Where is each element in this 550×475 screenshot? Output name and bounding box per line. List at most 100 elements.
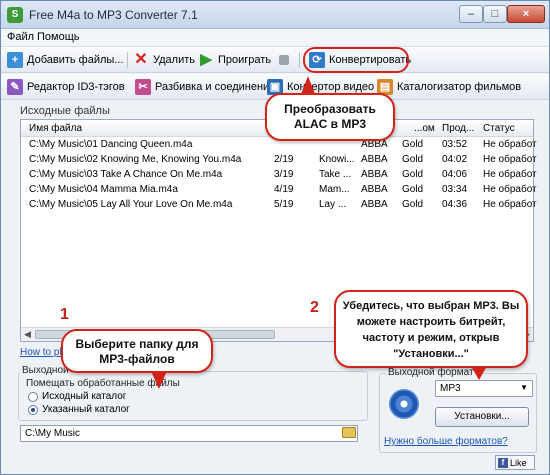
cell-filename: C:\My Music\04 Mamma Mia.m4a <box>29 184 178 195</box>
radio-source-folder[interactable]: Исходный каталог <box>28 391 126 402</box>
movie-catalog-label: Каталогизатор фильмов <box>397 81 522 93</box>
menu-bar: Файл Помощь <box>1 29 549 47</box>
source-files-label: Исходные файлы <box>20 105 110 117</box>
format-select-value: MP3 <box>440 383 461 394</box>
output-path-field[interactable]: C:\My Music <box>20 425 358 442</box>
main-toolbar: + Добавить файлы... ✕ Удалить ▶ Проиграт… <box>1 47 549 73</box>
column-filename[interactable]: Имя файла <box>29 123 82 134</box>
cell-artist: ABBA <box>361 154 388 165</box>
cell-album: Gold <box>402 169 424 180</box>
output-format-label: Выходной формат <box>386 367 476 378</box>
play-label: Проиграть <box>218 54 272 66</box>
add-files-icon: + <box>7 52 23 68</box>
column-status[interactable]: Статус <box>483 123 515 134</box>
cell-track: 2/19 <box>274 154 294 165</box>
menu-help[interactable]: Помощь <box>37 31 80 43</box>
add-files-button[interactable]: + Добавить файлы... <box>7 51 123 69</box>
radio-custom-folder[interactable]: Указанный каталог <box>28 404 130 415</box>
play-button[interactable]: ▶ Проиграть <box>198 51 271 69</box>
column-duration[interactable]: Прод... <box>442 123 474 134</box>
radio-button-selected[interactable] <box>28 404 38 415</box>
settings-button[interactable]: Установки... <box>435 407 529 427</box>
cell-filename: C:\My Music\05 Lay All Your Love On Me.m… <box>29 199 233 210</box>
scroll-left-icon[interactable]: ◀ <box>24 329 31 340</box>
cell-artist: ABBA <box>361 184 388 195</box>
cell-duration: 04:06 <box>442 169 468 180</box>
howto-link[interactable]: How to pl <box>20 347 62 358</box>
id3-editor-label: Редактор ID3-тэгов <box>27 81 125 93</box>
cell-artist: ABBA <box>361 199 388 210</box>
step-number-2: 2 <box>310 299 319 316</box>
radio-source-label: Исходный каталог <box>42 391 127 402</box>
cell-title: Take ... <box>319 169 352 180</box>
cell-title: Mam... <box>319 184 350 195</box>
cell-artist: ABBA <box>361 169 388 180</box>
delete-icon: ✕ <box>134 51 148 68</box>
cell-track: 5/19 <box>274 199 294 210</box>
id3-editor-icon: ✎ <box>7 79 23 95</box>
cell-title: Lay ... <box>319 199 347 210</box>
cell-title: Knowi... <box>319 154 355 165</box>
like-label: Like <box>510 457 527 468</box>
column-album[interactable]: ...ом <box>414 123 435 134</box>
close-button[interactable]: × <box>507 5 545 23</box>
radio-button[interactable] <box>28 391 38 402</box>
split-join-label: Разбивка и соединение <box>155 81 276 93</box>
callout-folder-tail <box>151 371 167 389</box>
maximize-button[interactable]: □ <box>483 5 507 23</box>
cell-status: Не обработ <box>483 154 537 165</box>
cell-album: Gold <box>402 199 424 210</box>
cell-duration: 03:52 <box>442 139 468 150</box>
cell-filename: C:\My Music\03 Take A Chance On Me.m4a <box>29 169 223 180</box>
delete-label: Удалить <box>153 54 195 66</box>
add-files-label: Добавить файлы... <box>27 54 124 66</box>
facebook-icon: f <box>498 457 508 468</box>
cell-filename: C:\My Music\02 Knowing Me, Knowing You.m… <box>29 154 242 165</box>
cell-filename: C:\My Music\01 Dancing Queen.m4a <box>29 139 193 150</box>
browse-folder-icon[interactable] <box>342 427 356 438</box>
movie-catalog-button[interactable]: ▤ Каталогизатор фильмов <box>377 78 521 96</box>
callout-convert-tail <box>301 76 315 94</box>
cell-duration: 04:02 <box>442 154 468 165</box>
stop-button[interactable] <box>279 51 289 69</box>
menu-file[interactable]: Файл <box>7 31 34 43</box>
stop-icon <box>279 55 289 65</box>
play-icon: ▶ <box>200 51 212 68</box>
table-row[interactable]: C:\My Music\02 Knowing Me, Knowing You.m… <box>21 153 537 168</box>
split-join-button[interactable]: ✂ Разбивка и соединение <box>135 78 275 96</box>
cell-track: 4/19 <box>274 184 294 195</box>
cell-track: 3/19 <box>274 169 294 180</box>
split-join-icon: ✂ <box>135 79 151 95</box>
table-row[interactable]: C:\My Music\04 Mamma Mia.m4a 4/19 Mam...… <box>21 183 537 198</box>
callout-format: Убедитесь, что выбран MP3. Вы можете нас… <box>334 290 528 368</box>
toolbar-separator <box>299 52 300 68</box>
toolbar-separator <box>127 52 128 68</box>
app-window: S Free M4a to MP3 Converter 7.1 – □ × Фа… <box>0 0 550 475</box>
cell-album: Gold <box>402 139 424 150</box>
convert-highlight <box>303 47 409 73</box>
cell-status: Не обработ <box>483 199 537 210</box>
cell-album: Gold <box>402 184 424 195</box>
table-row[interactable]: C:\My Music\03 Take A Chance On Me.m4a 3… <box>21 168 537 183</box>
more-formats-link[interactable]: Нужно больше форматов? <box>384 436 508 447</box>
callout-format-tail <box>471 366 487 380</box>
minimize-button[interactable]: – <box>459 5 483 23</box>
cell-status: Не обработ <box>483 139 537 150</box>
radio-custom-label: Указанный каталог <box>42 404 130 415</box>
app-icon: S <box>7 7 23 23</box>
callout-convert: Преобразовать ALAC в MP3 <box>265 93 395 141</box>
id3-editor-button[interactable]: ✎ Редактор ID3-тэгов <box>7 78 125 96</box>
table-row[interactable]: C:\My Music\05 Lay All Your Love On Me.m… <box>21 198 537 213</box>
cell-duration: 04:36 <box>442 199 468 210</box>
cell-status: Не обработ <box>483 184 537 195</box>
delete-button[interactable]: ✕ Удалить <box>133 51 195 69</box>
title-bar: S Free M4a to MP3 Converter 7.1 – □ × <box>1 1 549 29</box>
step-number-1: 1 <box>60 306 69 323</box>
facebook-like-button[interactable]: f Like <box>495 455 535 470</box>
cell-status: Не обработ <box>483 169 537 180</box>
cell-album: Gold <box>402 154 424 165</box>
format-select[interactable]: MP3 ▼ <box>435 380 533 397</box>
window-title: Free M4a to MP3 Converter 7.1 <box>29 8 198 22</box>
chevron-down-icon: ▼ <box>520 383 528 392</box>
disc-icon <box>389 389 419 419</box>
